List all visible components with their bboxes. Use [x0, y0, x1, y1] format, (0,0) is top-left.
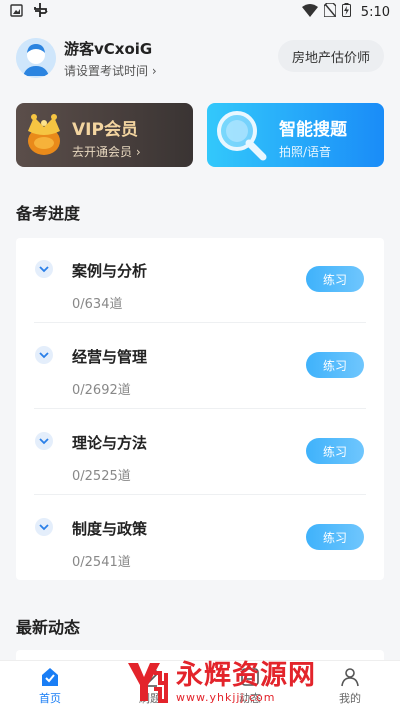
subject-row[interactable]: 制度与政策 0/2541道 练习: [16, 496, 384, 581]
status-bar: 5:10: [0, 0, 400, 24]
news-icon: [240, 667, 260, 687]
subject-count: 0/2692道: [72, 383, 131, 398]
chevron-right-icon: ›: [151, 63, 157, 78]
clock: 5:10: [360, 4, 390, 20]
practice-button[interactable]: 练习: [306, 524, 364, 550]
practice-button[interactable]: 练习: [306, 266, 364, 292]
pen-icon: [140, 667, 160, 687]
divider: [34, 408, 366, 409]
image-notification-icon: [10, 3, 23, 21]
divider: [34, 494, 366, 495]
user-icon: [340, 667, 360, 687]
tab-news[interactable]: 动态: [200, 661, 300, 711]
subject-row[interactable]: 理论与方法 0/2525道 练习: [16, 410, 384, 495]
subject-name: 案例与分析: [72, 262, 148, 280]
smart-search-card[interactable]: 智能搜题 拍照/语音: [207, 103, 384, 167]
smart-search-subtitle: 拍照/语音: [279, 145, 332, 159]
magnifier-icon: [211, 109, 271, 167]
tab-practice[interactable]: 刷题: [100, 661, 200, 711]
promo-cards: VIP会员 去开通会员 › 智能搜题 拍照/语音: [16, 103, 384, 169]
home-icon: [40, 667, 60, 687]
vip-card-title: VIP会员: [72, 120, 138, 140]
progress-section-title: 备考进度: [16, 204, 81, 223]
wifi-icon: [301, 3, 318, 21]
subject-count: 0/634道: [72, 297, 123, 312]
tab-news-label: 动态: [239, 691, 261, 705]
crown-icon: [20, 109, 68, 163]
tab-home-label: 首页: [39, 691, 61, 705]
bottom-tab-bar: 首页 刷题 动态 我的: [0, 660, 400, 711]
chevron-down-icon[interactable]: [35, 518, 53, 536]
tab-mine[interactable]: 我的: [300, 661, 400, 711]
set-exam-time-label: 请设置考试时间: [64, 63, 149, 78]
avatar[interactable]: [16, 38, 56, 78]
subject-row[interactable]: 经营与管理 0/2692道 练习: [16, 324, 384, 409]
news-list: [16, 650, 384, 660]
subject-name: 制度与政策: [72, 520, 148, 538]
tab-home[interactable]: 首页: [0, 661, 100, 711]
practice-button[interactable]: 练习: [306, 438, 364, 464]
subject-count: 0/2541道: [72, 555, 131, 570]
app-notification-icon: [33, 3, 49, 21]
chevron-down-icon[interactable]: [35, 346, 53, 364]
profile-header: 游客vCxoiG 请设置考试时间 › 房地产估价师: [16, 36, 384, 80]
subject-name: 经营与管理: [72, 348, 148, 366]
smart-search-title: 智能搜题: [279, 120, 347, 140]
tab-mine-label: 我的: [339, 691, 361, 705]
subject-row[interactable]: 案例与分析 0/634道 练习: [16, 238, 384, 323]
battery-icon: [341, 3, 351, 21]
chevron-down-icon[interactable]: [35, 432, 53, 450]
vip-card[interactable]: VIP会员 去开通会员 ›: [16, 103, 193, 167]
no-sim-icon: [323, 2, 337, 21]
news-section-title: 最新动态: [16, 618, 81, 637]
tab-practice-label: 刷题: [139, 691, 161, 705]
vip-card-subtitle: 去开通会员 ›: [72, 145, 141, 159]
progress-list: 案例与分析 0/634道 练习 经营与管理 0/2692道 练习 理论与方法 0…: [16, 238, 384, 580]
chevron-down-icon[interactable]: [35, 260, 53, 278]
exam-category-button[interactable]: 房地产估价师: [277, 40, 384, 72]
subject-name: 理论与方法: [72, 434, 148, 452]
divider: [34, 322, 366, 323]
subject-count: 0/2525道: [72, 469, 131, 484]
practice-button[interactable]: 练习: [306, 352, 364, 378]
